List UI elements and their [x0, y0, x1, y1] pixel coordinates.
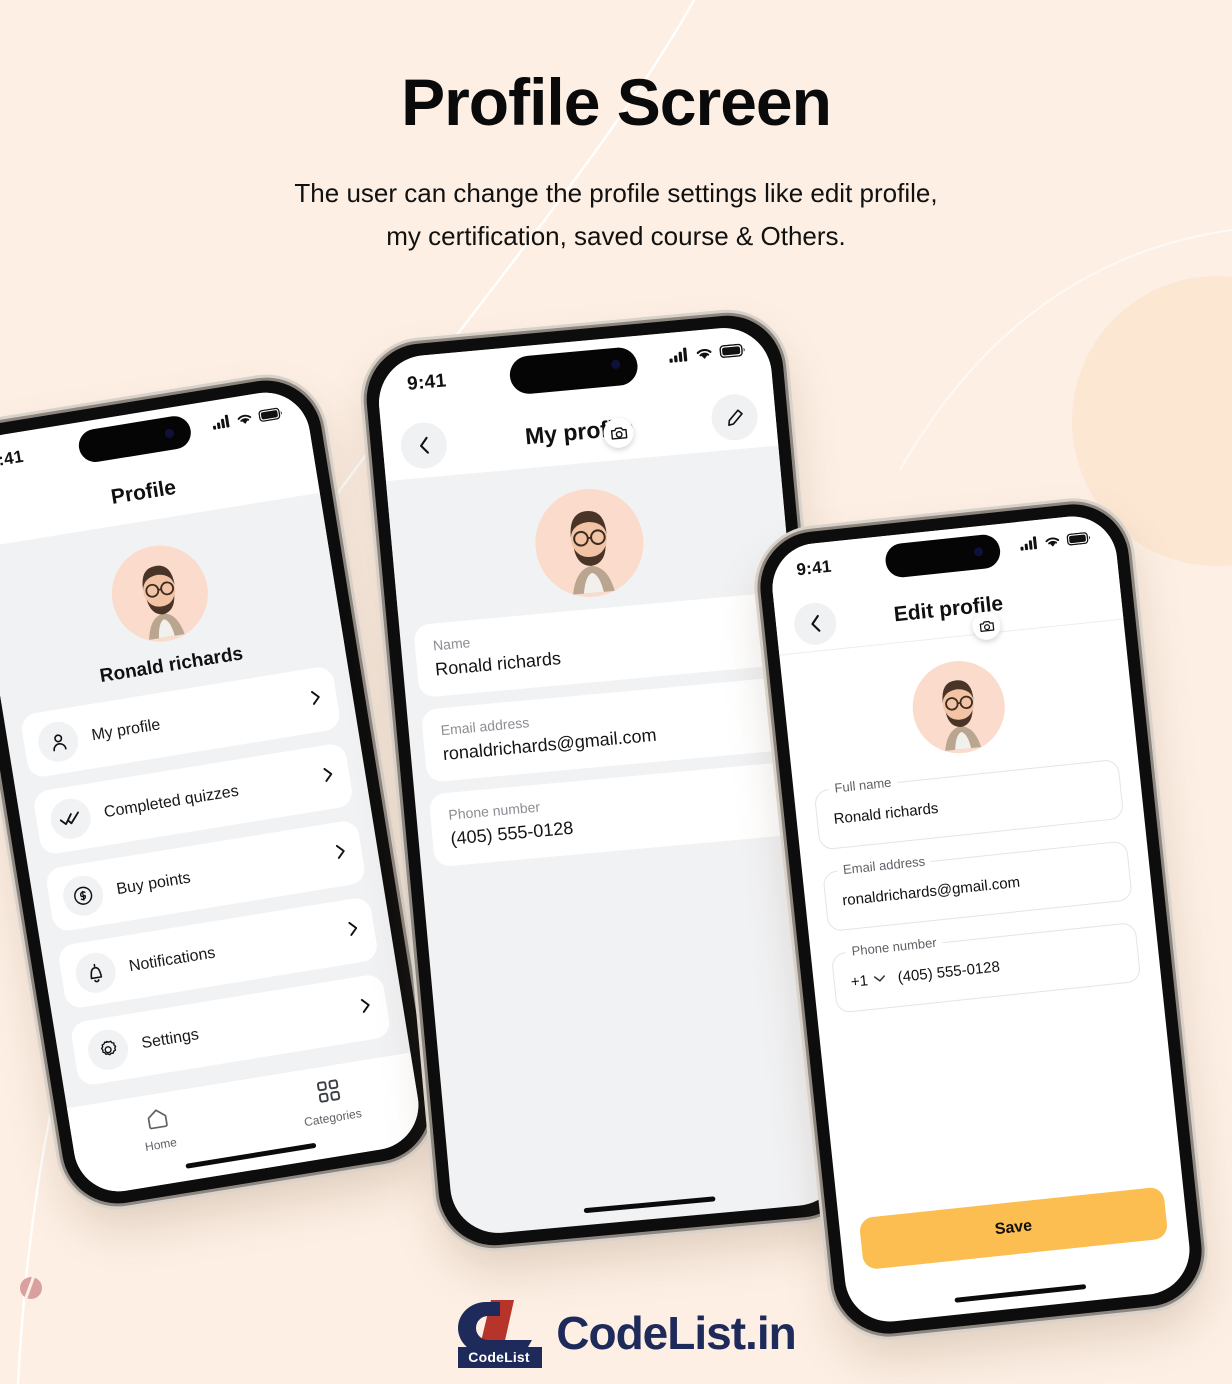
status-icons	[211, 406, 283, 430]
screen-my-profile: 9:41 My profile Name Ronald richards Ema…	[374, 323, 848, 1238]
cellular-signal-icon	[212, 414, 230, 430]
tab-home[interactable]: Home	[69, 1094, 248, 1165]
user-avatar-illustration	[535, 488, 644, 597]
page-subtitle-line-1: The user can change the profile settings…	[294, 178, 938, 208]
menu-item-label: Settings	[140, 1026, 201, 1053]
cellular-signal-icon	[669, 347, 688, 363]
menu-item-label: Notifications	[127, 944, 217, 976]
field-full-name[interactable]: Full name Ronald richards	[813, 758, 1125, 851]
person-icon	[35, 718, 82, 765]
camera-icon	[979, 620, 994, 632]
save-button[interactable]: Save	[858, 1186, 1169, 1271]
profile-field-list: Name Ronald richards Email address ronal…	[398, 579, 813, 869]
cellular-signal-icon	[1020, 536, 1038, 551]
field-label: Full name	[827, 774, 899, 797]
chevron-right-icon	[310, 689, 322, 710]
phone-mockup-edit-profile: 9:41 Edit profile Full name Ronald richa…	[754, 498, 1208, 1340]
battery-icon	[719, 343, 745, 358]
codelist-logo: CodeList CodeList.in	[0, 1296, 1232, 1370]
back-button[interactable]	[792, 600, 839, 647]
dollar-coin-icon	[60, 872, 107, 919]
status-time: 9:41	[406, 370, 448, 395]
gear-icon	[85, 1026, 132, 1073]
avatar[interactable]	[908, 656, 1010, 758]
logo-badge-label: CodeList	[458, 1347, 542, 1368]
wifi-icon	[1045, 537, 1060, 547]
chevron-right-icon	[360, 997, 372, 1018]
field-value: ronaldrichards@gmail.com	[841, 873, 1021, 909]
status-icons	[1019, 530, 1091, 551]
battery-icon	[258, 407, 282, 422]
menu-item-label: Completed quizzes	[102, 782, 240, 822]
menu-item-label: My profile	[90, 716, 162, 745]
user-avatar-illustration	[111, 545, 208, 642]
avatar	[104, 538, 215, 649]
screen-profile: 9:41 Profile Ronald richards My profile …	[0, 386, 425, 1198]
status-icons	[668, 342, 746, 363]
back-button[interactable]	[398, 420, 449, 471]
grid-icon	[316, 1079, 341, 1103]
wifi-icon	[696, 348, 712, 359]
screen-edit-profile: 9:41 Edit profile Full name Ronald richa…	[768, 512, 1194, 1326]
page-subtitle: The user can change the profile settings…	[0, 172, 1232, 258]
dynamic-island	[508, 345, 640, 396]
page-subtitle-line-2: my certification, saved course & Others.	[386, 221, 846, 251]
profile-menu-list: My profile Completed quizzes Buy points …	[2, 649, 408, 1090]
page-heading: Profile	[109, 475, 178, 509]
chevron-right-icon	[323, 766, 335, 787]
user-avatar-illustration	[912, 661, 1005, 754]
field-phone-number[interactable]: Phone number +1 (405) 555-0128	[830, 921, 1142, 1014]
logo-wordmark: CodeList.in	[556, 1307, 796, 1359]
chevron-down-icon[interactable]	[873, 974, 886, 983]
chevron-right-icon	[348, 920, 360, 941]
field-email-address[interactable]: Email address ronaldrichards@gmail.com	[822, 840, 1133, 933]
bell-icon	[72, 949, 119, 996]
page-title: Profile Screen	[401, 65, 832, 139]
edit-button[interactable]	[709, 392, 760, 443]
logo-mark-icon: CodeList	[436, 1296, 554, 1370]
dynamic-island	[76, 413, 194, 465]
tab-categories[interactable]: Categories	[241, 1066, 420, 1138]
status-time: 9:41	[795, 556, 833, 580]
tab-label: Categories	[303, 1106, 363, 1130]
field-label: Email address	[836, 852, 932, 878]
pencil-icon	[727, 408, 743, 426]
avatar[interactable]	[530, 484, 649, 602]
field-value: Ronald richards	[832, 799, 940, 828]
phone-number-value: (405) 555-0128	[896, 957, 1001, 986]
camera-icon	[610, 426, 627, 440]
wifi-icon	[237, 414, 252, 424]
phone-mockup-profile: 9:41 Profile Ronald richards My profile …	[0, 372, 439, 1212]
country-code-value[interactable]: +1	[850, 972, 869, 991]
chevron-right-icon	[335, 843, 347, 864]
menu-item-label: Buy points	[115, 869, 192, 899]
status-time: 9:41	[0, 446, 25, 472]
home-icon	[147, 1109, 168, 1130]
dynamic-island	[883, 533, 1002, 579]
home-indicator	[185, 1142, 317, 1169]
chevron-left-icon	[810, 614, 820, 632]
edit-profile-form: Full name Ronald richards Email address …	[791, 735, 1161, 1016]
battery-icon	[1066, 531, 1090, 545]
field-label: Phone number	[844, 934, 944, 960]
home-indicator	[583, 1196, 716, 1214]
chevron-left-icon	[419, 436, 429, 454]
double-check-icon	[47, 795, 94, 842]
